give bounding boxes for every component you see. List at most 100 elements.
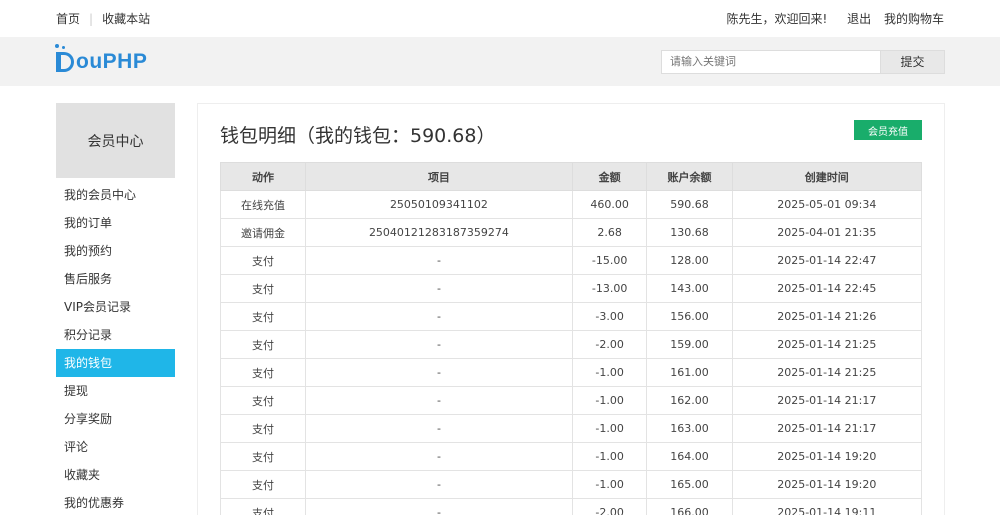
col-item-cell: -: [305, 274, 573, 303]
col-action-header: 动作: [219, 162, 307, 191]
col-created-cell: 2025-04-01 21:35: [731, 218, 923, 247]
col-action-cell: 支付: [219, 386, 307, 415]
col-item-cell: -: [305, 414, 573, 443]
col-item-cell: -: [305, 302, 573, 331]
table-row: 支付 - -3.00 156.00 2025-01-14 21:26: [219, 302, 923, 331]
col-balance-cell: 166.00: [646, 498, 733, 515]
top-links-right: 陈先生，欢迎回来! 退出 我的购物车: [727, 10, 945, 27]
panel-header: 钱包明细（我的钱包：590.68） 会员充值: [220, 119, 922, 148]
separator: |: [89, 12, 94, 26]
col-action-cell: 支付: [219, 274, 307, 303]
table-row: 支付 - -15.00 128.00 2025-01-14 22:47: [219, 246, 923, 275]
table-row: 支付 - -13.00 143.00 2025-01-14 22:45: [219, 274, 923, 303]
sidebar-item[interactable]: 积分记录: [56, 321, 175, 349]
sidebar: 会员中心 我的会员中心 我的订单 我的预约 售后服务 VIP会员记录 积分记录 我的钱包 提现…: [56, 103, 175, 515]
col-created-cell: 2025-01-14 22:47: [731, 246, 923, 275]
sidebar-item[interactable]: VIP会员记录: [56, 293, 175, 321]
col-item-cell: -: [305, 330, 573, 359]
submit-button[interactable]: 提交: [881, 49, 945, 74]
col-item-cell: -: [305, 358, 573, 387]
col-balance-cell: 159.00: [646, 330, 733, 359]
col-created-cell: 2025-01-14 19:20: [731, 442, 923, 471]
col-item-cell: 25040121283187359274: [305, 218, 573, 247]
sidebar-item[interactable]: 提现: [56, 377, 175, 405]
col-action-cell: 邀请佣金: [219, 218, 307, 247]
sidebar-item[interactable]: 我的钱包: [56, 349, 175, 377]
table-body: 在线充值 25050109341102 460.00 590.68 2025-05-01…: [219, 190, 923, 515]
wallet-panel: 钱包明细（我的钱包：590.68） 会员充值 动作 项目 金额 账户余额 创建时间 在线…: [197, 103, 945, 515]
top-bar: 首页 | 收藏本站 陈先生，欢迎回来! 退出 我的购物车: [0, 0, 1000, 37]
logo-d-icon: [55, 43, 74, 72]
col-created-cell: 2025-01-14 21:17: [731, 386, 923, 415]
col-item-header: 项目: [305, 162, 573, 191]
sidebar-title: 会员中心: [56, 103, 175, 178]
col-balance-cell: 165.00: [646, 470, 733, 499]
table-row: 支付 - -1.00 161.00 2025-01-14 21:25: [219, 358, 923, 387]
col-amount-cell: 460.00: [571, 190, 648, 219]
sidebar-menu: 我的会员中心 我的订单 我的预约 售后服务 VIP会员记录 积分记录 我的钱包 提现 分享奖励评…: [56, 181, 175, 515]
sidebar-item[interactable]: 分享奖励: [56, 405, 175, 433]
col-balance-cell: 162.00: [646, 386, 733, 415]
col-action-cell: 支付: [219, 442, 307, 471]
col-item-cell: -: [305, 442, 573, 471]
sidebar-item[interactable]: 我的预约: [56, 237, 175, 265]
page-title: 钱包明细（我的钱包：590.68）: [220, 125, 496, 147]
col-amount-cell: -1.00: [571, 358, 648, 387]
col-item-cell: -: [305, 470, 573, 499]
col-created-cell: 2025-01-14 21:25: [731, 330, 923, 359]
col-action-cell: 支付: [219, 246, 307, 275]
col-balance-cell: 590.68: [646, 190, 733, 219]
sidebar-item[interactable]: 售后服务: [56, 265, 175, 293]
col-balance-cell: 143.00: [646, 274, 733, 303]
col-balance-header: 账户余额: [646, 162, 733, 191]
col-created-cell: 2025-01-14 19:11: [731, 498, 923, 515]
col-balance-cell: 164.00: [646, 442, 733, 471]
recharge-button[interactable]: 会员充值: [854, 120, 922, 140]
col-amount-cell: -1.00: [571, 386, 648, 415]
col-amount-cell: -13.00: [571, 274, 648, 303]
header: ouPHP 提交: [0, 37, 1000, 86]
col-balance-cell: 163.00: [646, 414, 733, 443]
col-amount-cell: -1.00: [571, 442, 648, 471]
home-link[interactable]: 首页: [56, 12, 80, 26]
favorite-link[interactable]: 收藏本站: [102, 12, 150, 26]
logo[interactable]: ouPHP: [55, 43, 148, 77]
sidebar-item[interactable]: 收藏夹: [56, 461, 175, 489]
search-input[interactable]: [661, 49, 881, 74]
col-action-cell: 支付: [219, 498, 307, 515]
col-amount-cell: -2.00: [571, 498, 648, 515]
table-row: 邀请佣金 25040121283187359274 2.68 130.68 2025-0…: [219, 218, 923, 247]
col-created-cell: 2025-01-14 19:20: [731, 470, 923, 499]
col-action-cell: 支付: [219, 414, 307, 443]
top-links-left: 首页 | 收藏本站: [56, 10, 159, 27]
greeting-text: 陈先生，欢迎回来!: [726, 12, 828, 26]
search-form: 提交: [661, 49, 945, 74]
col-action-cell: 支付: [219, 330, 307, 359]
sidebar-item[interactable]: 我的优惠券: [56, 489, 175, 515]
col-balance-cell: 156.00: [646, 302, 733, 331]
col-amount-cell: -3.00: [571, 302, 648, 331]
col-created-cell: 2025-01-14 21:25: [731, 358, 923, 387]
col-action-cell: 支付: [219, 470, 307, 499]
col-balance-cell: 130.68: [646, 218, 733, 247]
col-item-cell: -: [305, 246, 573, 275]
col-created-cell: 2025-01-14 21:17: [731, 414, 923, 443]
col-amount-cell: -1.00: [571, 470, 648, 499]
sidebar-item[interactable]: 我的订单: [56, 209, 175, 237]
table-row: 支付 - -1.00 162.00 2025-01-14 21:17: [219, 386, 923, 415]
col-action-cell: 支付: [219, 358, 307, 387]
sidebar-item[interactable]: 评论: [56, 433, 175, 461]
cart-link[interactable]: 我的购物车: [884, 12, 944, 26]
col-balance-cell: 128.00: [646, 246, 733, 275]
col-amount-cell: -1.00: [571, 414, 648, 443]
table-row: 支付 - -1.00 163.00 2025-01-14 21:17: [219, 414, 923, 443]
table-row: 支付 - -1.00 164.00 2025-01-14 19:20: [219, 442, 923, 471]
col-created-cell: 2025-01-14 21:26: [731, 302, 923, 331]
col-balance-cell: 161.00: [646, 358, 733, 387]
col-item-cell: 25050109341102: [305, 190, 573, 219]
logout-link[interactable]: 退出: [847, 12, 871, 26]
table-row: 在线充值 25050109341102 460.00 590.68 2025-05-01…: [219, 190, 923, 219]
logo-text: ouPHP: [76, 49, 148, 73]
sidebar-item[interactable]: 我的会员中心: [56, 181, 175, 209]
main-area: 会员中心 我的会员中心 我的订单 我的预约 售后服务 VIP会员记录 积分记录 我的钱包 提现…: [0, 86, 1000, 515]
